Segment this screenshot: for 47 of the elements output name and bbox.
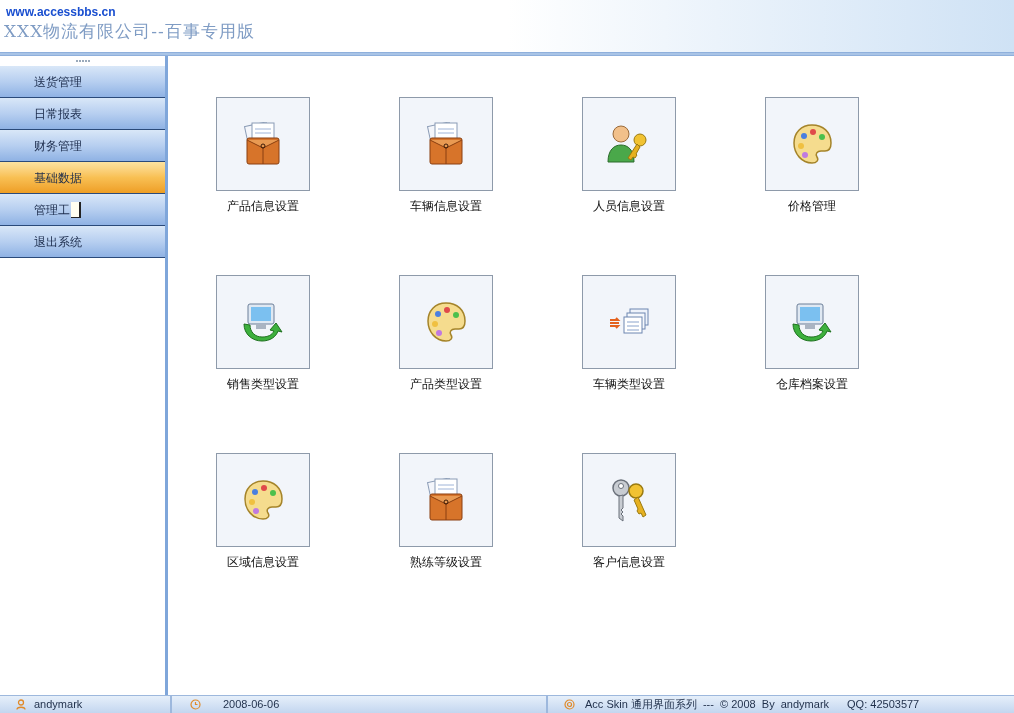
module-tile[interactable] [216, 275, 310, 369]
paint-palette-icon [791, 122, 833, 166]
module-tile[interactable] [399, 97, 493, 191]
module-label: 熟练等级设置 [410, 554, 482, 571]
app-title: XXX物流有限公司--百事专用版 [4, 20, 255, 43]
sidebar-item[interactable]: 财务管理 [0, 130, 165, 162]
document-folder-icon [426, 122, 466, 166]
module-tile[interactable] [216, 97, 310, 191]
document-folder-icon [243, 122, 283, 166]
user-name: andymark [34, 697, 83, 713]
site-url: www.accessbbs.cn [6, 4, 116, 21]
module-label: 产品信息设置 [227, 198, 299, 215]
text-cursor-block [71, 201, 81, 218]
monitor-refresh-icon [789, 300, 835, 344]
sidebar-item[interactable]: 基础数据 [0, 162, 165, 194]
module-label: 车辆类型设置 [593, 376, 665, 393]
qq-number: QQ: 42503577 [847, 697, 920, 713]
clock-icon [190, 699, 201, 710]
module-tile[interactable] [582, 275, 676, 369]
module-label: 销售类型设置 [227, 376, 299, 393]
module-label: 车辆信息设置 [410, 198, 482, 215]
module-label: 产品类型设置 [410, 376, 482, 393]
module-tile[interactable] [216, 453, 310, 547]
sidebar-item[interactable]: 管理工 [0, 194, 165, 226]
paint-palette-icon [242, 478, 284, 522]
user-icon [16, 699, 26, 710]
module-label: 人员信息设置 [593, 198, 665, 215]
document-folder-icon [426, 478, 466, 522]
sidebar-item[interactable]: 退出系统 [0, 226, 165, 258]
monitor-refresh-icon [240, 300, 286, 344]
module-label: 仓库档案设置 [776, 376, 848, 393]
module-tile[interactable] [765, 97, 859, 191]
copyright-icon [564, 699, 575, 710]
credits-text: Acc Skin 通用界面系列 --- © 2008 By andymark [585, 697, 830, 713]
module-tile[interactable] [582, 453, 676, 547]
module-label: 区域信息设置 [227, 554, 299, 571]
module-label: 价格管理 [788, 198, 836, 215]
arrows-to-list-icon [608, 307, 650, 337]
module-tile[interactable] [765, 275, 859, 369]
paint-palette-icon [425, 300, 467, 344]
module-tile[interactable] [582, 97, 676, 191]
module-tile[interactable] [399, 453, 493, 547]
date-text: 2008-06-06 [223, 697, 280, 713]
sidebar-item[interactable]: 送货管理 [0, 66, 165, 98]
module-label: 客户信息设置 [593, 554, 665, 571]
sidebar-item[interactable]: 日常报表 [0, 98, 165, 130]
module-tile[interactable] [399, 275, 493, 369]
